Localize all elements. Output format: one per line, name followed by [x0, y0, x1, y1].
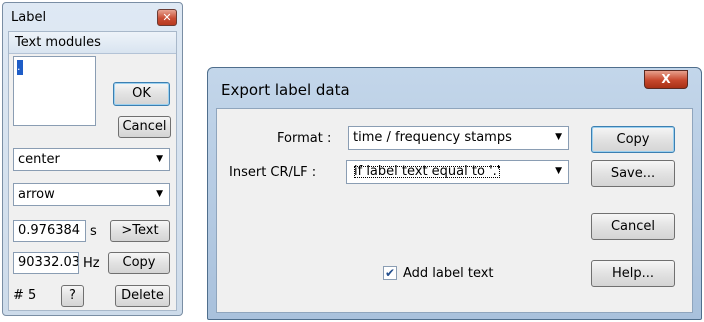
export-dialog-body: Format : time / frequency stamps ▼ Inser… [216, 108, 693, 313]
frequency-input[interactable]: 90332.03 [13, 252, 79, 274]
dialog-title: Export label data [221, 81, 350, 99]
delete-button[interactable]: Delete [115, 285, 170, 307]
to-text-button[interactable]: >Text [110, 220, 170, 242]
ok-button[interactable]: OK [113, 82, 170, 106]
label-text-input[interactable]: . [13, 56, 96, 126]
label-text-value: . [17, 60, 23, 75]
chevron-down-icon: ▼ [156, 154, 163, 164]
crlf-label: Insert CR/LF : [229, 165, 317, 180]
cancel-export-button[interactable]: Cancel [591, 213, 675, 240]
help-export-button[interactable]: Help... [591, 260, 675, 287]
save-button[interactable]: Save... [591, 160, 675, 187]
add-label-text-label: Add label text [403, 266, 494, 281]
copy-button[interactable]: Copy [108, 252, 170, 274]
export-label-dialog: Export label data X Format : time / freq… [207, 67, 702, 320]
time-unit: s [90, 224, 97, 239]
chevron-down-icon: ▼ [555, 132, 562, 142]
frequency-unit: Hz [83, 256, 100, 271]
add-label-text-checkbox[interactable]: ✔ [383, 266, 397, 280]
format-select[interactable]: time / frequency stamps ▼ [348, 126, 569, 150]
chevron-down-icon: ▼ [156, 189, 163, 199]
label-number: # 5 [13, 288, 37, 303]
alignment-select[interactable]: center ▼ [13, 148, 170, 171]
label-window: Label ✕ Text modules . OK Cancel center … [2, 2, 183, 316]
cancel-button[interactable]: Cancel [118, 116, 171, 138]
label-window-title: Label [11, 10, 47, 25]
copy-export-button[interactable]: Copy [591, 126, 675, 153]
time-input[interactable]: 0.976384 [13, 220, 86, 242]
format-select-value: time / frequency stamps [353, 130, 512, 145]
chevron-down-icon: ▼ [555, 166, 562, 176]
close-icon[interactable]: ✕ [157, 9, 177, 26]
alignment-select-value: center [18, 152, 60, 167]
text-modules-header: Text modules [9, 32, 176, 54]
label-window-body: Text modules . OK Cancel center ▼ arrow … [8, 31, 177, 311]
label-style-select-value: arrow [18, 187, 55, 202]
crlf-select[interactable]: if label text equal to '.' ▼ [346, 160, 569, 184]
help-button[interactable]: ? [61, 285, 84, 307]
close-icon[interactable]: X [644, 70, 688, 89]
crlf-select-value: if label text equal to '.' [351, 163, 503, 181]
format-label: Format : [277, 131, 332, 146]
label-style-select[interactable]: arrow ▼ [13, 183, 170, 206]
